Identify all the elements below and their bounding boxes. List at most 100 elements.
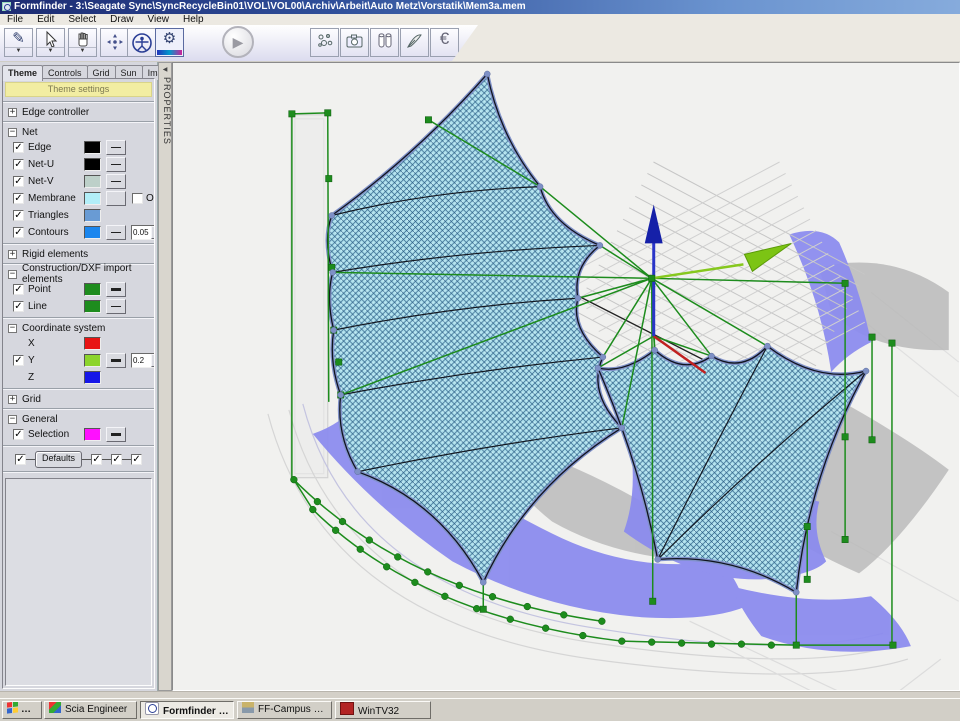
chevron-down-icon[interactable]: ▼	[151, 354, 155, 367]
net-u-color-swatch[interactable]	[84, 158, 101, 171]
section-toggle-icon[interactable]: −	[8, 415, 17, 424]
taskbar-button-wintv[interactable]: WinTV32	[335, 701, 431, 719]
snapshot-tool-button[interactable]	[340, 28, 369, 57]
line-style-button[interactable]	[106, 299, 126, 314]
row-label: Z	[28, 372, 84, 383]
line-style-button[interactable]	[106, 191, 126, 206]
section-toggle-icon[interactable]: +	[8, 108, 17, 117]
row-label: Net-V	[28, 176, 84, 187]
pan-tool-button[interactable]: ▼	[68, 28, 97, 57]
line-color-swatch[interactable]	[84, 300, 101, 313]
value-dropdown[interactable]: 0.2▼	[131, 353, 155, 368]
edge-color-swatch[interactable]	[84, 141, 101, 154]
membrane-checkbox[interactable]: ✓	[13, 193, 24, 204]
chevron-down-icon[interactable]: ▼	[37, 47, 64, 56]
collapse-arrow-icon[interactable]: ◀	[159, 66, 171, 73]
taskbar-button-ffcampus[interactable]: FF-Campus Dessau Scre...	[237, 701, 332, 719]
taskbar-button-label: Formfinder - 3:\Seaga...	[163, 706, 234, 717]
properties-collapse-strip[interactable]: ◀ PROPERTIES	[158, 62, 172, 691]
section-toggle-icon[interactable]: −	[8, 324, 17, 333]
line-style-button[interactable]	[106, 157, 126, 172]
section-header-net[interactable]: −Net	[3, 125, 154, 139]
menu-item-view[interactable]: View	[141, 14, 177, 25]
y-color-swatch[interactable]	[84, 354, 101, 367]
defaults-checkbox[interactable]: ✓	[91, 454, 102, 465]
tab-theme[interactable]: Theme	[2, 65, 43, 81]
chevron-down-icon[interactable]: ▼	[5, 47, 32, 56]
selection-checkbox[interactable]: ✓	[13, 429, 24, 440]
panel-row-x: X	[3, 335, 154, 352]
row-label: X	[28, 338, 84, 349]
panel-tabs: ThemeControlsGridSunImages	[2, 63, 182, 78]
menu-item-select[interactable]: Select	[61, 14, 103, 25]
menu-item-file[interactable]: File	[0, 14, 30, 25]
panel-content: Theme settings +Edge controller−Net✓Edge…	[2, 78, 155, 689]
section-toggle-icon[interactable]: −	[8, 270, 17, 279]
value-dropdown[interactable]: 0.05▼	[131, 225, 155, 240]
chevron-down-icon[interactable]: ▼	[69, 47, 96, 56]
triangles-color-swatch[interactable]	[84, 209, 101, 222]
chevron-down-icon[interactable]: ▼	[151, 226, 155, 239]
menu-item-edit[interactable]: Edit	[30, 14, 61, 25]
contours-checkbox[interactable]: ✓	[13, 227, 24, 238]
section-header-edge-controller[interactable]: +Edge controller	[3, 105, 154, 119]
row-label: Edge	[28, 142, 84, 153]
formfinder-man-button[interactable]	[127, 28, 156, 57]
menu-item-draw[interactable]: Draw	[103, 14, 140, 25]
properties-tab-label: PROPERTIES	[160, 77, 172, 145]
section-header-rigid-elements[interactable]: +Rigid elements	[3, 247, 154, 261]
defaults-checkbox[interactable]: ✓	[131, 454, 142, 465]
section-toggle-icon[interactable]: +	[8, 250, 17, 259]
viewport-3d[interactable]	[172, 62, 960, 691]
line-style-button[interactable]	[106, 140, 126, 155]
move-points-tool-button[interactable]	[100, 28, 129, 57]
line-style-button[interactable]	[106, 225, 126, 240]
y-checkbox[interactable]: ✓	[13, 355, 24, 366]
section-separator	[3, 408, 154, 410]
thick-dash-icon	[111, 433, 121, 436]
line-checkbox[interactable]: ✓	[13, 301, 24, 312]
draw-tool-button[interactable]: ✎ ▼	[4, 28, 33, 57]
section-separator	[3, 471, 154, 473]
start-button[interactable]: Start	[2, 701, 42, 719]
line-style-button[interactable]	[106, 427, 126, 442]
selection-color-swatch[interactable]	[84, 428, 101, 441]
taskbar-button-formfinder[interactable]: Formfinder - 3:\Seaga...	[140, 701, 234, 719]
z-color-swatch[interactable]	[84, 371, 101, 384]
membrane-color-swatch[interactable]	[84, 192, 101, 205]
on-checkbox[interactable]	[132, 193, 143, 204]
row-label: Membrane	[28, 193, 84, 204]
line-style-button[interactable]	[106, 282, 126, 297]
section-toggle-icon[interactable]: −	[8, 128, 17, 137]
triangles-checkbox[interactable]: ✓	[13, 210, 24, 221]
section-header-general[interactable]: −General	[3, 412, 154, 426]
taskbar-button-scia[interactable]: Scia Engineer	[44, 701, 137, 719]
x-color-swatch[interactable]	[84, 337, 101, 350]
materials-tool-button[interactable]	[370, 28, 399, 57]
select-tool-button[interactable]: ▼	[36, 28, 65, 57]
title-bar[interactable]: Formfinder - 3:\Seagate Sync\SyncRecycle…	[0, 0, 960, 14]
cost-tool-button[interactable]: €	[430, 28, 459, 57]
edge-checkbox[interactable]: ✓	[13, 142, 24, 153]
point-color-swatch[interactable]	[84, 283, 101, 296]
point-checkbox[interactable]: ✓	[13, 284, 24, 295]
statistics-tool-button[interactable]	[310, 28, 339, 57]
run-formfinding-button[interactable]: ▶	[222, 26, 254, 58]
section-toggle-icon[interactable]: +	[8, 395, 17, 404]
defaults-checkbox[interactable]: ✓	[15, 454, 26, 465]
net-v-color-swatch[interactable]	[84, 175, 101, 188]
contours-color-swatch[interactable]	[84, 226, 101, 239]
section-separator	[3, 121, 154, 123]
section-header-grid[interactable]: +Grid	[3, 392, 154, 406]
section-header-construction[interactable]: −Construction/DXF import elements	[3, 267, 154, 281]
menu-item-help[interactable]: Help	[176, 14, 211, 25]
sketch-tool-button[interactable]	[400, 28, 429, 57]
line-style-button[interactable]	[106, 353, 126, 368]
theme-settings-button[interactable]: ⚙	[155, 28, 184, 57]
net-v-checkbox[interactable]: ✓	[13, 176, 24, 187]
net-u-checkbox[interactable]: ✓	[13, 159, 24, 170]
defaults-checkbox[interactable]: ✓	[111, 454, 122, 465]
defaults-button[interactable]: Defaults	[35, 451, 82, 468]
section-header-coordinate-system[interactable]: −Coordinate system	[3, 321, 154, 335]
line-style-button[interactable]	[106, 174, 126, 189]
